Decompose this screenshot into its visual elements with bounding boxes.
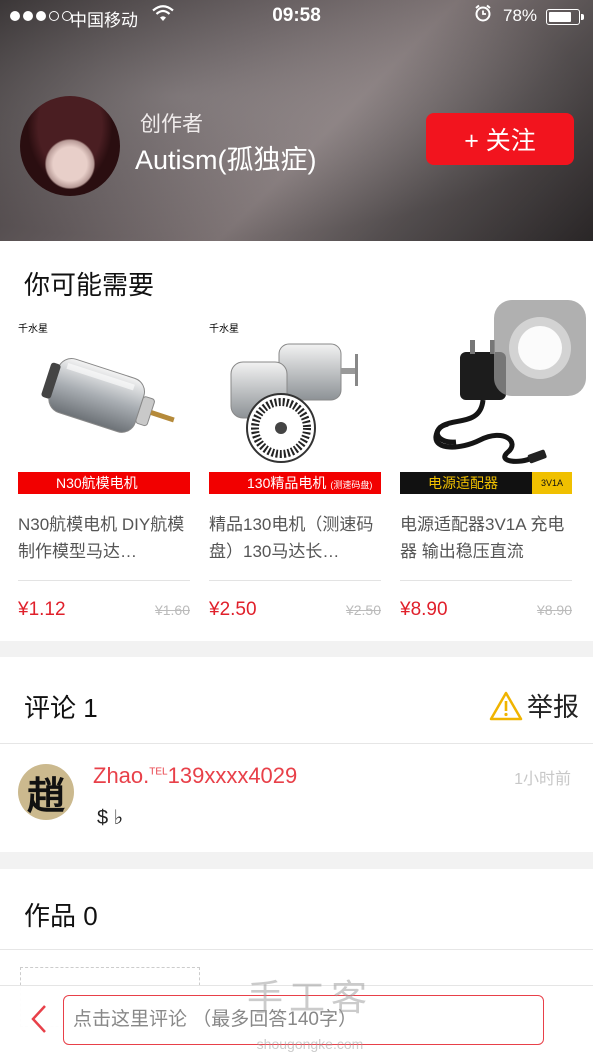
report-label: 举报	[526, 692, 579, 722]
creator-header: 中国移动 09:58 78% 创作者 Autism(孤独症) + 关注	[0, 0, 593, 241]
banner-text: 130精品电机	[247, 475, 327, 491]
banner-text: N30航模电机	[56, 475, 138, 491]
divider	[0, 743, 593, 744]
product-original-price: ¥2.50	[345, 602, 381, 618]
product-price: ¥2.50	[209, 599, 257, 620]
recommended-products: 你可能需要 千水星 N30航模电机 N30航模电机 DIY航模制作模型马达… ¥…	[0, 241, 593, 641]
commenter-name[interactable]: Zhao.TEL139xxxx4029	[93, 763, 297, 789]
battery-level	[549, 12, 571, 22]
back-button[interactable]	[30, 1004, 48, 1038]
product-banner: N30航模电机	[18, 472, 190, 494]
assistive-touch-icon	[509, 317, 571, 379]
product-name: 电源适配器3V1A 充电器 输出稳压直流	[400, 515, 565, 561]
name-suffix: 139xxxx4029	[167, 763, 298, 788]
comment-text: $ ♭	[97, 807, 124, 829]
product-price: ¥8.90	[400, 599, 448, 620]
commenter-avatar[interactable]: 趙	[18, 764, 74, 820]
product-original-price: ¥8.90	[536, 602, 572, 618]
comments-section: 评论 1 举报 趙 Zhao.TEL139xxxx4029 1小时前 $ ♭	[0, 657, 593, 852]
banner-note: (测速码盘)	[330, 480, 373, 490]
status-bar: 中国移动 09:58 78%	[0, 0, 593, 34]
section-title: 作品 0	[24, 901, 98, 931]
motor-image	[18, 332, 190, 472]
section-title: 评论 1	[24, 693, 98, 723]
divider	[0, 949, 593, 950]
chevron-left-icon	[31, 1005, 46, 1033]
banner-note: 3V1A	[532, 472, 572, 494]
report-button[interactable]: 举报	[489, 687, 579, 724]
divider	[18, 580, 190, 581]
divider	[209, 580, 381, 581]
comment-time: 1小时前	[514, 771, 571, 788]
alarm-icon	[474, 4, 492, 27]
product-banner: 130精品电机 (测速码盘)	[209, 472, 381, 494]
section-title: 你可能需要	[24, 270, 155, 300]
product-original-price: ¥1.60	[154, 602, 190, 618]
banner-text: 电源适配器	[428, 475, 498, 491]
comment-bar: 点击这里评论 （最多回答140字）	[0, 985, 593, 1054]
follow-button[interactable]: + 关注	[426, 113, 574, 165]
product-name: N30航模电机 DIY航模制作模型马达…	[18, 515, 185, 561]
comment-input[interactable]: 点击这里评论 （最多回答140字）	[63, 995, 544, 1045]
divider	[400, 580, 572, 581]
battery-icon	[546, 9, 584, 25]
warning-icon	[489, 691, 523, 720]
creator-label: 创作者	[140, 113, 203, 136]
battery-percent: 78%	[503, 6, 538, 25]
product-price: ¥1.12	[18, 599, 66, 620]
name-sup: TEL	[149, 766, 168, 778]
product-banner: 电源适配器 3V1A	[400, 472, 572, 494]
assistive-touch-button[interactable]	[494, 300, 586, 396]
product-name: 精品130电机（测速码盘）130马达长…	[209, 515, 374, 561]
name-prefix: Zhao.	[93, 763, 150, 788]
motor-with-encoder-image	[209, 332, 381, 472]
creator-name[interactable]: Autism(孤独症)	[135, 138, 317, 177]
creator-avatar[interactable]	[20, 96, 120, 196]
